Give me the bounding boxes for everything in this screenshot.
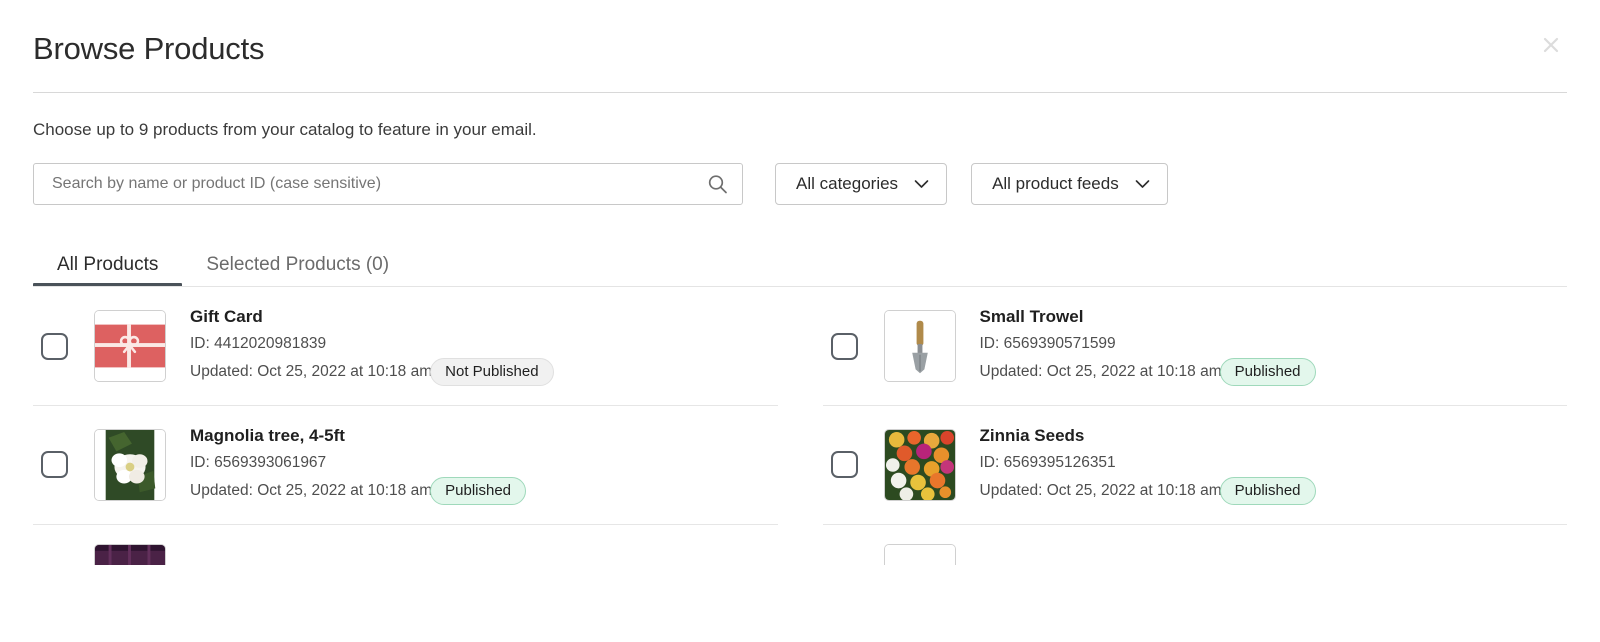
table-row[interactable]: Zinnia Seeds ID: 6569395126351 Updated: … — [822, 406, 1568, 525]
chevron-down-icon — [1135, 179, 1150, 189]
zinnia-seeds-thumbnail — [883, 428, 956, 501]
product-name: Magnolia tree, 4-5ft — [190, 425, 345, 445]
browse-products-modal: Browse Products Choose up to 9 products … — [0, 0, 1600, 642]
status-badge: Published — [1219, 476, 1316, 505]
product-name: Small Trowel — [979, 307, 1084, 327]
product-updated: Updated: Oct 25, 2022 at 10:18 am — [190, 363, 433, 381]
product-id: ID: 6569395126351 — [979, 453, 1116, 471]
table-row[interactable] — [33, 525, 778, 565]
product-thumbnail — [94, 543, 166, 565]
product-updated: Updated: Oct 25, 2022 at 10:18 am — [979, 481, 1222, 499]
product-info: Small Trowel ID: 6569390571599 Updated: … — [980, 306, 1568, 386]
status-badge: Not Published — [430, 357, 554, 386]
status-badge: Published — [430, 476, 527, 505]
table-row[interactable]: Gift Card ID: 4412020981839 Updated: Oct… — [33, 287, 778, 406]
product-checkbox[interactable] — [41, 451, 68, 479]
page-title: Browse Products — [33, 31, 265, 66]
close-icon-glyph — [1543, 37, 1559, 53]
product-tabs: All Products Selected Products (0) — [33, 237, 1567, 288]
product-list: Gift Card ID: 4412020981839 Updated: Oct… — [33, 287, 1568, 565]
tab-all-products[interactable]: All Products — [33, 254, 183, 288]
product-id: ID: 4412020981839 — [190, 335, 327, 353]
product-info: Gift Card ID: 4412020981839 Updated: Oct… — [190, 306, 778, 386]
search-input[interactable] — [33, 163, 743, 206]
search-field-wrapper — [33, 163, 743, 206]
tabs-baseline — [33, 286, 1567, 288]
category-filter-dropdown[interactable]: All categories — [775, 163, 948, 206]
product-updated: Updated: Oct 25, 2022 at 10:18 am — [979, 363, 1222, 381]
status-badge: Published — [1219, 357, 1316, 386]
chevron-down-icon — [914, 179, 929, 189]
gift-card-thumbnail — [94, 310, 166, 383]
small-trowel-thumbnail — [883, 310, 956, 383]
product-id: ID: 6569393061967 — [190, 453, 327, 471]
table-row[interactable]: Small Trowel ID: 6569390571599 Updated: … — [822, 287, 1568, 406]
modal-subtitle: Choose up to 9 products from your catalo… — [33, 120, 537, 140]
close-icon[interactable] — [1538, 32, 1564, 58]
filters-toolbar: All categories All product feeds — [33, 163, 1567, 206]
table-row[interactable]: Magnolia tree, 4-5ft ID: 6569393061967 U… — [33, 406, 778, 525]
product-feed-filter-label: All product feeds — [992, 174, 1119, 194]
product-updated: Updated: Oct 25, 2022 at 10:18 am — [190, 481, 433, 499]
product-name: Gift Card — [190, 307, 263, 327]
category-filter-label: All categories — [796, 174, 899, 194]
product-checkbox[interactable] — [41, 332, 68, 360]
product-thumbnail — [883, 543, 956, 565]
product-id: ID: 6569390571599 — [979, 335, 1116, 353]
header-divider — [33, 92, 1567, 94]
tab-selected-products-label: Selected Products (0) — [206, 254, 390, 276]
tab-selected-products[interactable]: Selected Products (0) — [182, 255, 413, 287]
product-checkbox[interactable] — [830, 451, 858, 479]
modal-header: Browse Products — [33, 0, 1567, 67]
tab-all-products-label: All Products — [57, 254, 159, 276]
table-row[interactable] — [823, 525, 1568, 565]
product-info: Magnolia tree, 4-5ft ID: 6569393061967 U… — [190, 425, 778, 505]
product-name: Zinnia Seeds — [979, 425, 1085, 445]
product-info: Zinnia Seeds ID: 6569395126351 Updated: … — [980, 425, 1568, 505]
product-checkbox[interactable] — [830, 332, 858, 360]
product-feed-filter-dropdown[interactable]: All product feeds — [971, 163, 1168, 206]
magnolia-tree-thumbnail — [94, 428, 166, 501]
